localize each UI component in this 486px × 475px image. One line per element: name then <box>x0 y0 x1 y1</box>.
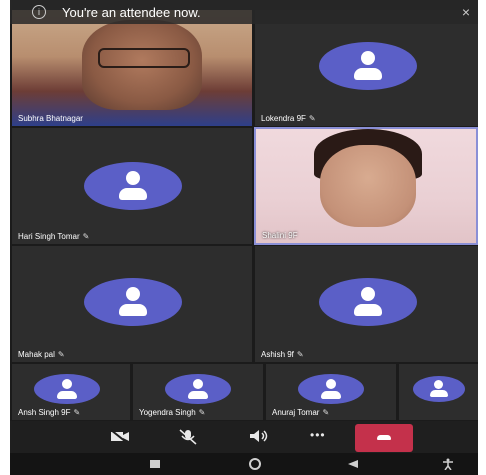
home-icon[interactable] <box>248 458 262 473</box>
participant-name: Shalini 9F <box>262 231 298 240</box>
phone-hangup-icon <box>377 435 391 440</box>
participant-tile-shalini[interactable]: Shalini 9F <box>254 127 478 245</box>
participant-tile-lokendra[interactable]: Lokendra 9F ✎ <box>255 10 478 126</box>
mic-muted-icon: ✎ <box>308 114 316 123</box>
info-icon: i <box>32 5 46 19</box>
mic-muted-icon: ✎ <box>198 408 206 417</box>
recents-icon[interactable] <box>150 460 160 471</box>
mic-off-icon[interactable] <box>178 429 198 448</box>
participant-name: Anuraj Tomar ✎ <box>272 408 330 417</box>
participant-tile-overflow[interactable] <box>399 364 478 420</box>
participant-name: Subhra Bhatnagar <box>18 114 83 123</box>
avatar <box>84 162 182 210</box>
avatar <box>298 374 364 404</box>
participant-tile-ansh[interactable]: Ansh Singh 9F ✎ <box>12 364 130 420</box>
mic-muted-icon: ✎ <box>322 408 330 417</box>
camera-off-icon[interactable] <box>110 429 130 446</box>
call-controls: ••• <box>10 421 478 453</box>
participant-video-face <box>320 145 416 227</box>
attendee-banner: i You're an attendee now. × <box>10 0 478 24</box>
avatar <box>319 278 417 326</box>
mic-muted-icon: ✎ <box>296 350 304 359</box>
more-options-icon[interactable]: ••• <box>310 428 326 442</box>
close-icon[interactable]: × <box>462 4 470 20</box>
mic-muted-icon: ✎ <box>57 350 65 359</box>
mic-muted-icon: ✎ <box>73 408 81 417</box>
avatar <box>319 42 417 90</box>
participant-name: Ashish 9f ✎ <box>261 350 304 359</box>
meeting-screen: i You're an attendee now. × Subhra Bhatn… <box>10 0 478 475</box>
participant-name: Mahak pal ✎ <box>18 350 65 359</box>
participant-name: Ansh Singh 9F ✎ <box>18 408 81 417</box>
system-nav-bar <box>10 453 478 475</box>
participant-name: Yogendra Singh ✎ <box>139 408 206 417</box>
accessibility-icon[interactable] <box>442 458 454 473</box>
participant-tile-ashish[interactable]: Ashish 9f ✎ <box>255 246 478 362</box>
participant-tile-hari[interactable]: Hari Singh Tomar ✎ <box>12 128 252 244</box>
avatar <box>34 374 100 404</box>
participant-tile-yogendra[interactable]: Yogendra Singh ✎ <box>133 364 263 420</box>
avatar <box>84 278 182 326</box>
participant-tile-anuraj[interactable]: Anuraj Tomar ✎ <box>266 364 396 420</box>
participant-tile-mahak[interactable]: Mahak pal ✎ <box>12 246 252 362</box>
avatar <box>165 374 231 404</box>
participant-name: Lokendra 9F ✎ <box>261 114 316 123</box>
attendee-banner-text: You're an attendee now. <box>62 4 201 20</box>
speaker-icon[interactable] <box>248 429 270 446</box>
participant-video-glasses <box>98 48 190 68</box>
mic-muted-icon: ✎ <box>82 232 90 241</box>
participant-name: Hari Singh Tomar ✎ <box>18 232 90 241</box>
avatar <box>413 376 465 402</box>
back-icon[interactable] <box>348 460 358 471</box>
hang-up-button[interactable] <box>355 424 413 452</box>
participant-tile-subhra[interactable]: Subhra Bhatnagar <box>12 10 252 126</box>
